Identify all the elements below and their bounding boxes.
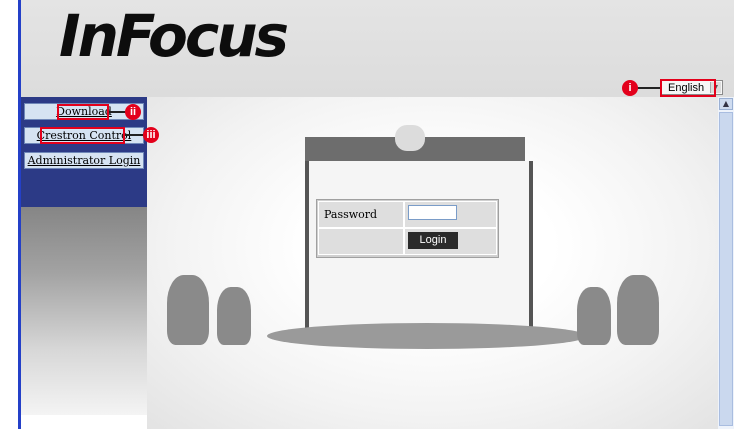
password-label: Password: [324, 208, 378, 221]
chair-image: [167, 275, 209, 345]
login-button-cell: Login: [404, 228, 497, 255]
callout-number-download: ii: [125, 104, 141, 120]
content-background: [147, 97, 718, 429]
infocus-logo: InFocus: [59, 2, 289, 70]
callout-line-crestron: [125, 134, 145, 136]
password-label-cell: Password: [318, 201, 404, 228]
vertical-scrollbar[interactable]: ▲: [718, 97, 734, 429]
sidebar: Download Crestron Control Administrator …: [21, 97, 147, 415]
chevron-up-icon[interactable]: ▲: [719, 98, 733, 110]
callout-number-language: i: [622, 80, 638, 96]
callout-box-download: [57, 104, 109, 120]
callout-number-crestron: iii: [143, 127, 159, 143]
callout-line-language: [636, 87, 660, 89]
scroll-thumb[interactable]: [719, 112, 733, 426]
chair-image: [617, 275, 659, 345]
browser-frame: InFocus English ▼ Download Crestron Cont…: [0, 0, 734, 429]
callout-box-crestron: [40, 127, 125, 144]
password-input-cell: [404, 201, 497, 228]
callout-line-download: [109, 111, 126, 113]
password-input[interactable]: [408, 205, 457, 220]
chair-image: [217, 287, 251, 345]
login-button[interactable]: Login: [408, 232, 458, 249]
callout-box-language: [660, 79, 716, 97]
conference-table: [267, 323, 587, 349]
empty-cell: [318, 228, 404, 255]
sidebar-item-administrator-login[interactable]: Administrator Login: [24, 152, 144, 169]
login-form: Password Login: [316, 199, 499, 258]
projector-screen-cap: [395, 125, 425, 151]
chair-image: [577, 287, 611, 345]
